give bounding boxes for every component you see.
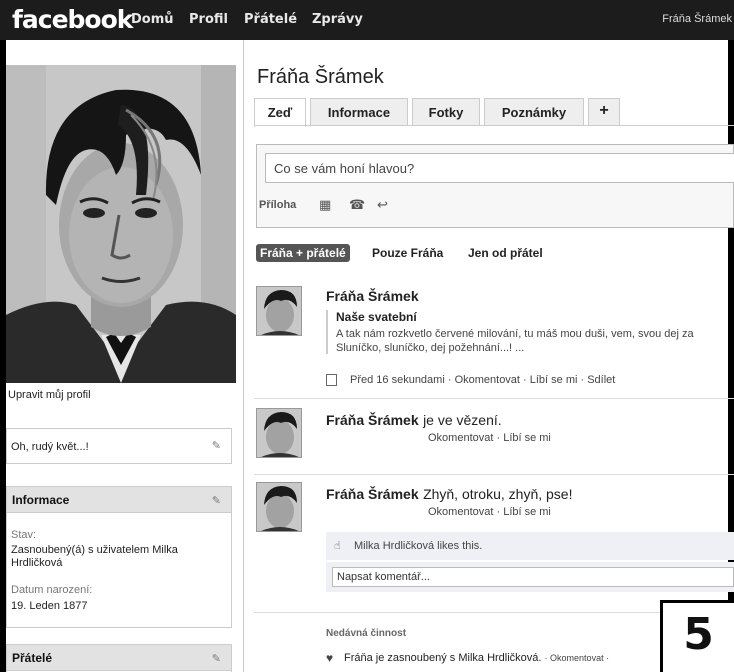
avatar[interactable] xyxy=(256,408,302,458)
post-content: Fráňa Šrámek Zhyň, otroku, zhyň, pse! xyxy=(326,486,572,504)
video-icon[interactable]: ☎ xyxy=(349,197,365,213)
heart-icon: ♥ xyxy=(326,651,334,665)
add-tab-button[interactable]: + xyxy=(588,98,620,126)
note-icon xyxy=(326,374,337,386)
post-text: Zhyň, otroku, zhyň, pse! xyxy=(423,486,573,502)
pencil-icon[interactable]: ✎ xyxy=(212,439,221,452)
nav-profile-link[interactable]: Profil xyxy=(189,12,228,27)
relationship-status: Zasnoubený(á) s uživatelem Milka Hrdličk… xyxy=(11,544,178,569)
note-attachment: Naše svatební A tak nám rozkvetlo červen… xyxy=(326,310,734,354)
note-title[interactable]: Naše svatební xyxy=(336,310,734,324)
comment-input[interactable]: Napsat komentář... xyxy=(332,567,734,587)
nav-messages-link[interactable]: Zprávy xyxy=(312,12,363,27)
likes-bar: ☝ Milka Hrdličková likes this. xyxy=(326,532,734,560)
recent-activity-item: Fráňa je zasnoubený s Milka Hrdličková. … xyxy=(344,652,609,664)
thumbs-up-icon: ☝ xyxy=(334,540,341,552)
nav-home-link[interactable]: Domů xyxy=(131,12,174,27)
post-meta: Před 16 sekundami · Okomentovat · Líbí s… xyxy=(350,374,615,386)
tab-photos[interactable]: Fotky xyxy=(412,98,480,126)
avatar[interactable] xyxy=(256,482,302,532)
profile-name: Fráňa Šrámek xyxy=(257,66,384,88)
info-heading: Informace xyxy=(7,487,231,513)
recent-activity-comment[interactable]: · Okomentovat · xyxy=(545,653,610,663)
note-excerpt: A tak nám rozkvetlo červené milování, tu… xyxy=(336,328,694,340)
info-box: Informace ✎ Stav: Zasnoubený(á) s uživat… xyxy=(6,486,232,628)
wall-post: Fráňa Šrámek Naše svatební A tak nám roz… xyxy=(254,286,734,396)
post-author[interactable]: Fráňa Šrámek xyxy=(326,288,419,304)
comment-area: Napsat komentář... xyxy=(326,562,734,592)
birthday-label: Datum narození: xyxy=(11,584,93,596)
status-label: Stav: xyxy=(11,529,37,541)
page-number-badge: 5 xyxy=(660,600,734,672)
pencil-icon[interactable]: ✎ xyxy=(212,494,221,507)
frame-border xyxy=(0,40,6,672)
filter-only-me[interactable]: Pouze Fráňa xyxy=(372,246,443,260)
friends-heading[interactable]: Přátelé xyxy=(7,645,231,671)
post-actions[interactable]: Okomentovat · Líbí se mi xyxy=(428,432,551,444)
note-excerpt-2: Sluníčko, sluníčko, dej požehnání...! ..… xyxy=(336,342,525,354)
top-navigation-bar: facebook Domů Profil Přátelé Zprávy Fráň… xyxy=(0,0,734,40)
nav-friends-link[interactable]: Přátelé xyxy=(244,12,297,27)
recent-activity-text: Fráňa je zasnoubený s Milka Hrdličková. xyxy=(344,652,542,664)
friends-box: Přátelé ✎ xyxy=(6,644,232,672)
tab-notes[interactable]: Poznámky xyxy=(484,98,584,126)
link-icon[interactable]: ↩ xyxy=(377,197,388,213)
attach-label: Příloha xyxy=(259,199,297,211)
post-content: Fráňa Šrámek je ve vězení. xyxy=(326,412,502,430)
post-author[interactable]: Fráňa Šrámek xyxy=(326,412,419,428)
post-actions[interactable]: · Okomentovat · Líbí se mi · Sdílet xyxy=(448,374,616,386)
post-text: je ve vězení. xyxy=(423,412,502,428)
status-input[interactable]: Co se vám honí hlavou? xyxy=(265,153,734,183)
pencil-icon[interactable]: ✎ xyxy=(212,652,221,665)
profile-status-text: Oh, rudý květ...! xyxy=(11,441,89,453)
divider xyxy=(254,474,734,475)
post-author[interactable]: Fráňa Šrámek xyxy=(326,486,419,502)
tab-divider xyxy=(254,125,734,126)
facebook-logo[interactable]: facebook xyxy=(12,5,133,34)
wall-post: Fráňa Šrámek Zhyň, otroku, zhyň, pse! Ok… xyxy=(254,482,734,612)
post-timestamp[interactable]: Před 16 sekundami xyxy=(350,374,445,386)
profile-photo[interactable] xyxy=(6,65,236,383)
photo-icon[interactable]: ▦ xyxy=(319,197,331,213)
tab-wall[interactable]: Zeď xyxy=(254,98,306,127)
filter-friends-and-me[interactable]: Fráňa + přátelé xyxy=(256,244,350,262)
filter-only-friends[interactable]: Jen od přátel xyxy=(468,246,543,260)
avatar[interactable] xyxy=(256,286,302,336)
recent-activity-heading: Nedávná činnost xyxy=(326,628,407,639)
likes-text[interactable]: Milka Hrdličková likes this. xyxy=(354,540,482,552)
tab-info[interactable]: Informace xyxy=(310,98,408,126)
wall-post: Fráňa Šrámek je ve vězení. Okomentovat ·… xyxy=(254,408,734,474)
edit-profile-link[interactable]: Upravit můj profil xyxy=(8,389,91,401)
post-actions[interactable]: Okomentovat · Líbí se mi xyxy=(428,506,551,518)
profile-status-box[interactable]: Oh, rudý květ...! ✎ xyxy=(6,428,232,464)
birthday-value: 19. Leden 1877 xyxy=(11,600,88,612)
status-composer: Co se vám honí hlavou? Příloha ▦ ☎ ↩ xyxy=(256,144,734,228)
account-name-link[interactable]: Fráňa Šrámek xyxy=(662,13,732,25)
divider xyxy=(254,398,734,399)
